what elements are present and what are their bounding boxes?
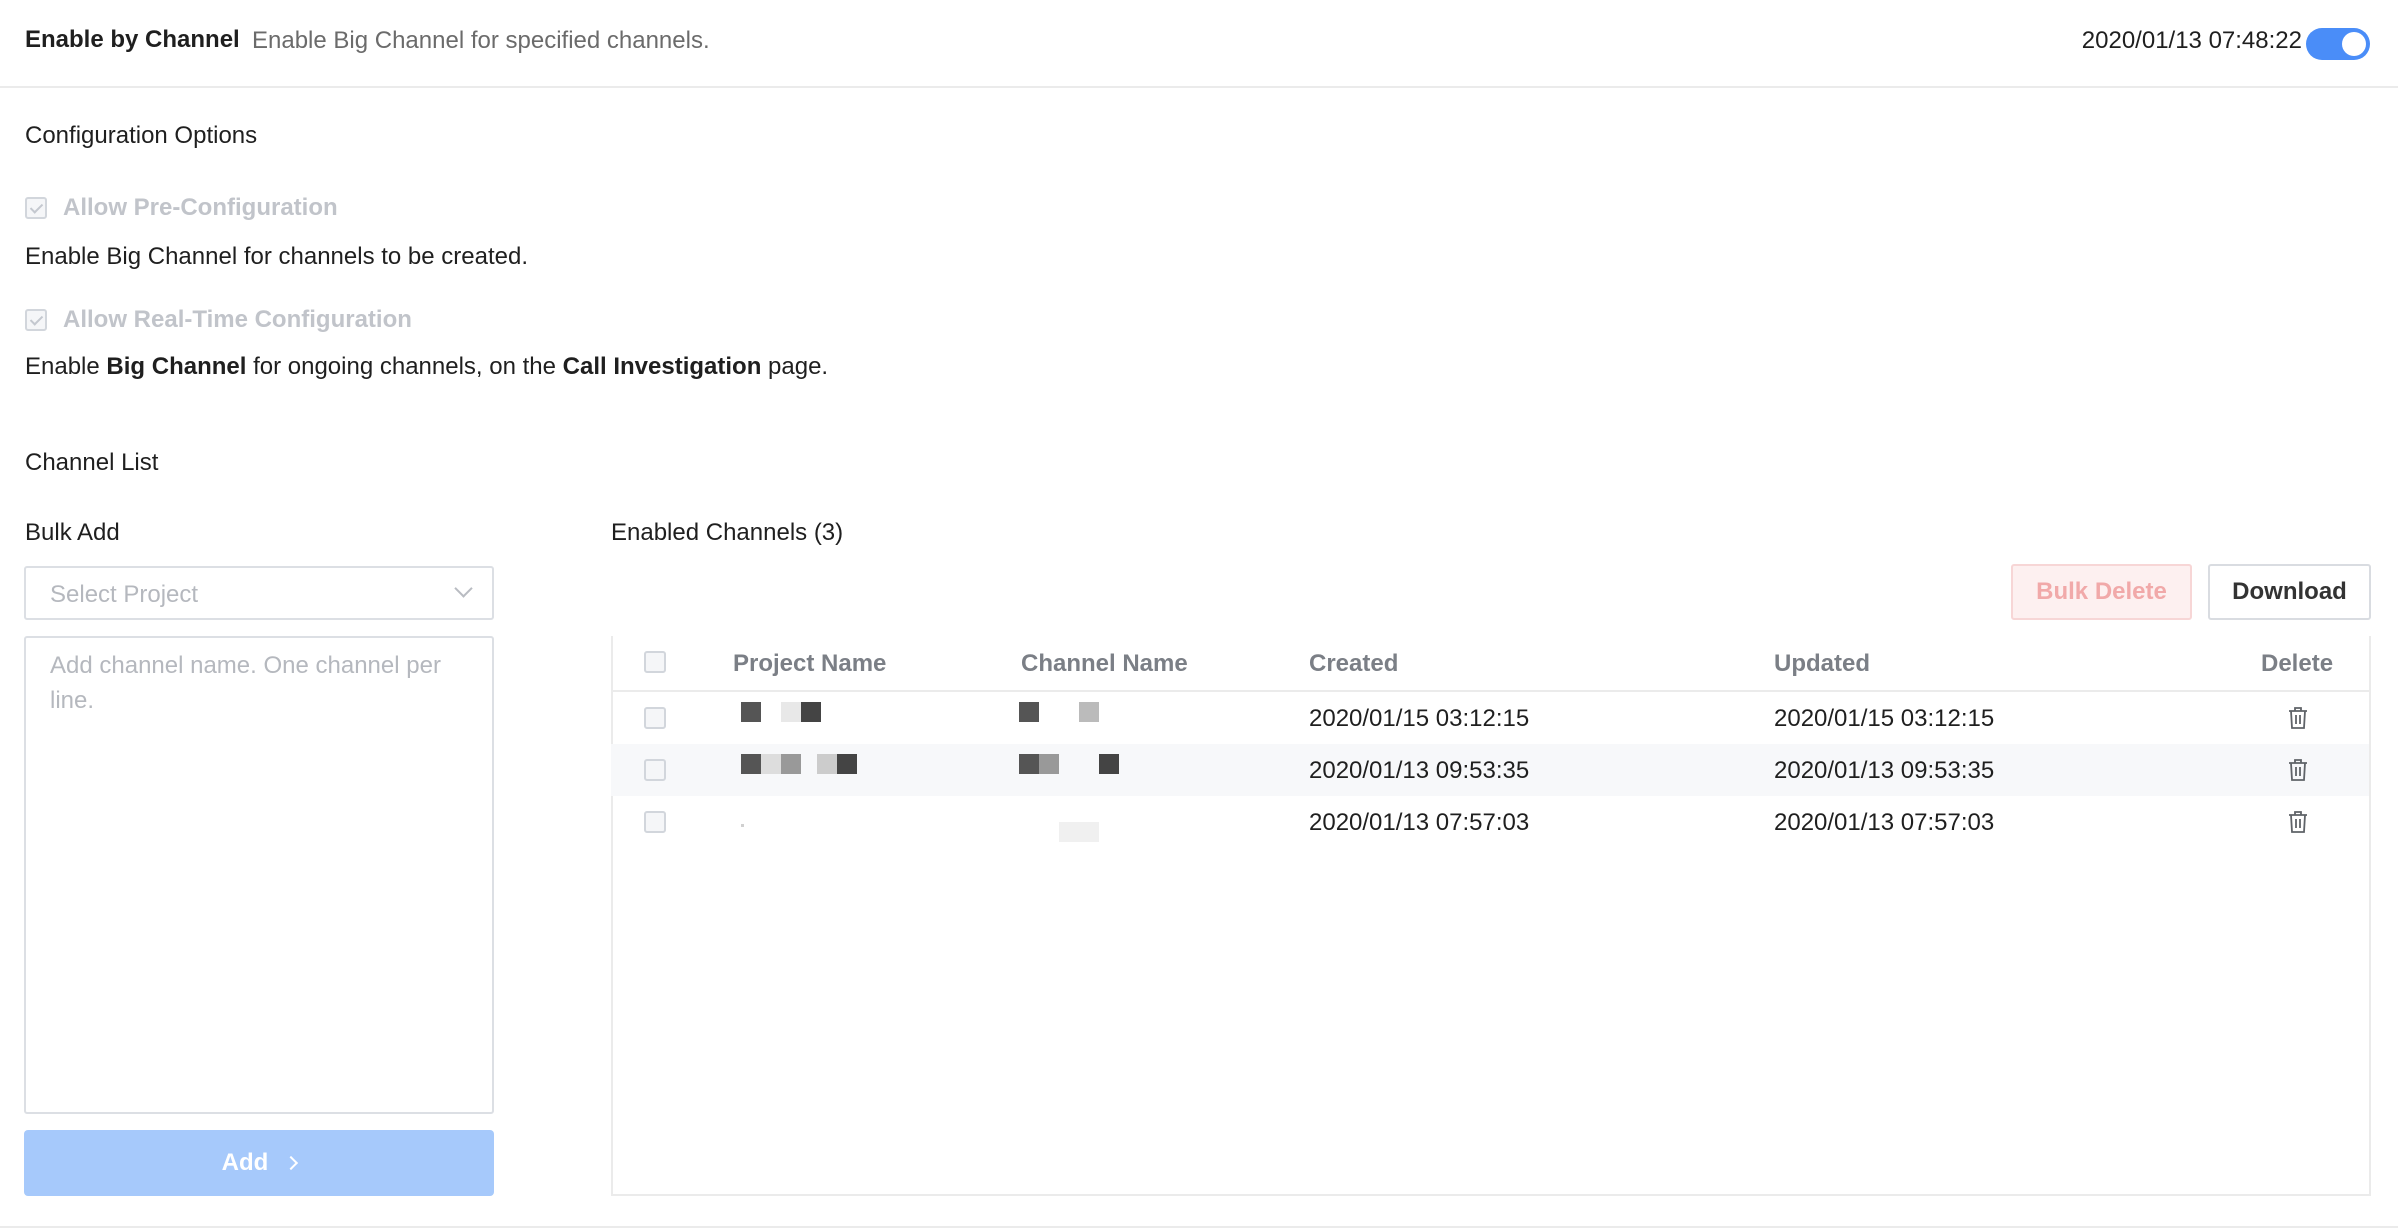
row-checkbox[interactable] [644, 759, 666, 781]
created-cell: 2020/01/15 03:12:15 [1309, 705, 1530, 732]
add-button[interactable]: Add [24, 1130, 494, 1196]
table-row: 2020/01/15 03:12:15 2020/01/15 03:12:15 [611, 692, 2369, 744]
project-select-placeholder: Select Project [50, 581, 199, 608]
trash-icon[interactable] [2287, 810, 2309, 834]
page-header: Enable by Channel Enable Big Channel for… [0, 0, 2398, 88]
pre-config-option[interactable]: Allow Pre-Configuration [25, 194, 338, 222]
updated-cell: 2020/01/13 07:57:03 [1774, 809, 1995, 836]
column-updated[interactable]: Updated [1774, 650, 1870, 678]
updated-cell: 2020/01/13 09:53:35 [1774, 757, 1995, 784]
table-row: 2020/01/13 07:57:03 2020/01/13 07:57:03 [611, 796, 2369, 848]
channel-names-input[interactable]: Add channel name. One channel per line. [24, 636, 494, 1114]
bulk-delete-button[interactable]: Bulk Delete [2011, 564, 2192, 620]
project-select[interactable]: Select Project [24, 566, 494, 620]
column-project-name[interactable]: Project Name [733, 650, 886, 678]
pre-config-description: Enable Big Channel for channels to be cr… [25, 243, 529, 270]
realtime-config-label: Allow Real-Time Configuration [63, 306, 412, 333]
row-checkbox[interactable] [644, 707, 666, 729]
column-created[interactable]: Created [1309, 650, 1398, 678]
redacted-project-name [741, 754, 857, 774]
realtime-desc-bold-call-investigation: Call Investigation [562, 353, 762, 380]
redacted-project-name [741, 702, 821, 722]
add-button-label: Add [221, 1149, 269, 1176]
realtime-config-option[interactable]: Allow Real-Time Configuration [25, 306, 412, 334]
realtime-desc-prefix: Enable [25, 353, 107, 380]
realtime-desc-middle: for ongoing channels, on the [246, 353, 563, 380]
pre-config-label: Allow Pre-Configuration [63, 194, 338, 221]
pre-config-checkbox[interactable] [25, 197, 47, 219]
realtime-desc-suffix: page. [761, 353, 829, 380]
updated-cell: 2020/01/15 03:12:15 [1774, 705, 1995, 732]
toggle-knob [2342, 32, 2366, 56]
realtime-config-checkbox[interactable] [25, 309, 47, 331]
created-cell: 2020/01/13 09:53:35 [1309, 757, 1530, 784]
created-cell: 2020/01/13 07:57:03 [1309, 809, 1530, 836]
table-header: Project Name Channel Name Created Update… [611, 636, 2371, 692]
chevron-down-icon [454, 579, 473, 598]
redacted-project-name [741, 824, 744, 827]
page-title: Enable by Channel [25, 26, 240, 53]
column-channel-name[interactable]: Channel Name [1021, 650, 1188, 678]
redacted-channel-name [1059, 822, 1099, 842]
download-button[interactable]: Download [2208, 564, 2371, 620]
trash-icon[interactable] [2287, 758, 2309, 782]
chevron-right-icon [284, 1155, 299, 1171]
config-section-title: Configuration Options [25, 122, 258, 149]
realtime-desc-bold-big-channel: Big Channel [106, 353, 247, 380]
status-timestamp: 2020/01/13 07:48:22 [2081, 27, 2302, 54]
redacted-channel-name [1019, 702, 1099, 722]
enable-toggle[interactable] [2306, 28, 2370, 60]
redacted-channel-name [1019, 754, 1119, 774]
bulk-add-title: Bulk Add [25, 519, 120, 546]
row-checkbox[interactable] [644, 811, 666, 833]
column-delete: Delete [2261, 650, 2334, 677]
enabled-channels-title: Enabled Channels (3) [611, 519, 844, 546]
trash-icon[interactable] [2287, 706, 2309, 730]
channel-list-title: Channel List [25, 449, 159, 476]
select-all-checkbox[interactable] [644, 651, 666, 673]
realtime-config-description: Enable Big Channel for ongoing channels,… [25, 353, 828, 381]
table-row: 2020/01/13 09:53:35 2020/01/13 09:53:35 [611, 744, 2369, 796]
page: Enable by Channel Enable Big Channel for… [0, 0, 2398, 1228]
page-description: Enable Big Channel for specified channel… [252, 27, 710, 54]
